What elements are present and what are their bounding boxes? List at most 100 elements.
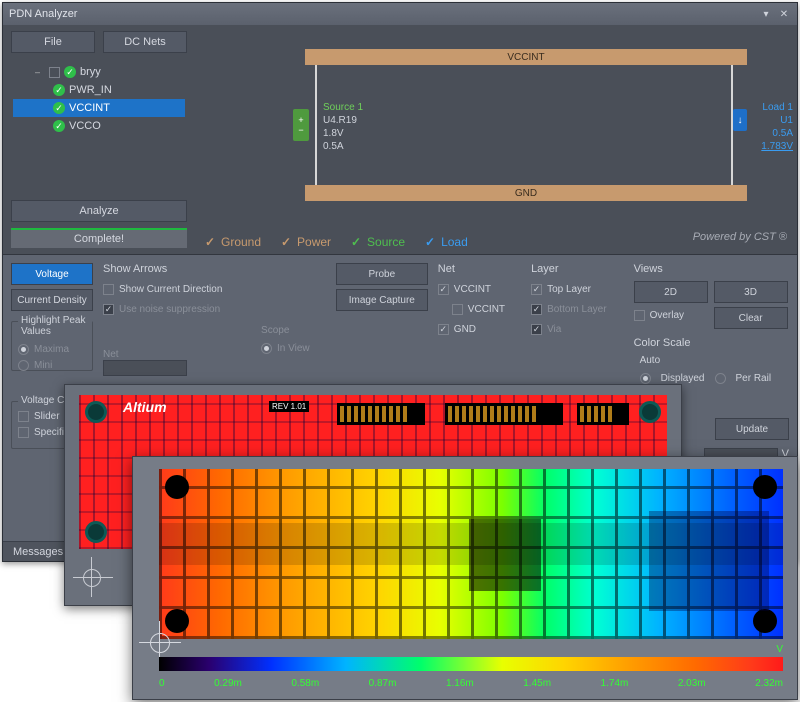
net-filter-label: Net (103, 349, 187, 360)
colorbar-ticks: 0 0.29m 0.58m 0.87m 1.16m 1.45m 1.74m 2.… (159, 678, 783, 689)
tree-item-label: VCCINT (69, 102, 110, 114)
mounting-hole-icon (85, 401, 107, 423)
slider-checkbox[interactable] (18, 411, 29, 422)
mounting-hole-icon (165, 475, 189, 499)
load-voltage: 1.783V (761, 140, 793, 153)
legend-source[interactable]: ✓Source (349, 235, 405, 249)
mounting-hole-icon (639, 401, 661, 423)
analyze-status: Complete! (11, 228, 187, 248)
load-icon[interactable]: ↓ (733, 109, 747, 131)
minimize-button[interactable]: ▾ (759, 7, 773, 21)
mounting-hole-icon (753, 475, 777, 499)
top-rail[interactable]: VCCINT (305, 49, 747, 65)
load-label[interactable]: Load 1 U1 0.5A 1.783V (761, 101, 793, 153)
left-column: File DC Nets – ✓ bryy ✓ PWR_IN ✓ VCCINT (3, 25, 195, 254)
image-capture-button[interactable]: Image Capture (336, 289, 428, 311)
clear-button[interactable]: Clear (714, 307, 788, 329)
rev-label: REV 1.01 (269, 401, 309, 412)
check-icon: ✓ (64, 66, 76, 78)
source-label[interactable]: Source 1 U4.R19 1.8V 0.5A (323, 101, 363, 153)
legend-load[interactable]: ✓Load (423, 235, 468, 249)
header-icon (577, 403, 629, 425)
color-scale-label: Color Scale (634, 337, 789, 349)
load-title: Load 1 (761, 101, 793, 114)
load-current: 0.5A (761, 127, 793, 140)
update-button[interactable]: Update (715, 418, 789, 440)
in-view-radio (261, 343, 272, 354)
highlight-label: Highlight Peak Values (18, 315, 92, 337)
current-density-toggle[interactable]: Current Density (11, 289, 93, 311)
altium-logo: Altium (123, 399, 167, 415)
colorbar-unit: V (776, 644, 783, 655)
file-button[interactable]: File (11, 31, 95, 53)
net-filter-input[interactable] (103, 360, 187, 376)
bottom-rail[interactable]: GND (305, 185, 747, 201)
collapse-icon[interactable]: – (35, 67, 45, 77)
source-title: Source 1 (323, 101, 363, 114)
source-icon[interactable]: +− (293, 109, 309, 141)
net-vccint1-checkbox[interactable]: ✓ (438, 284, 449, 295)
axis-gizmo-icon[interactable] (73, 557, 113, 597)
view-2d-button[interactable]: 2D (634, 281, 708, 303)
scope-label: Scope (261, 325, 326, 336)
titlebar: PDN Analyzer ▾ ✕ (3, 3, 797, 25)
tree-root[interactable]: – ✓ bryy (13, 63, 185, 81)
wire-left (315, 65, 317, 185)
voltage-toggle[interactable]: Voltage (11, 263, 93, 285)
check-icon: ✓ (53, 120, 65, 132)
view-3d-button[interactable]: 3D (714, 281, 788, 303)
tree-root-label: bryy (80, 66, 101, 78)
legend-power[interactable]: ✓Power (279, 235, 331, 249)
tree-item-label: VCCO (69, 120, 101, 132)
header-icon (445, 403, 563, 425)
show-current-dir-checkbox[interactable] (103, 284, 114, 295)
source-current: 0.5A (323, 140, 363, 153)
mounting-hole-icon (753, 609, 777, 633)
specific-checkbox[interactable] (18, 427, 29, 438)
auto-label: Auto (640, 355, 789, 366)
via-checkbox: ✓ (531, 324, 542, 335)
schematic-canvas[interactable]: VCCINT GND +− Source 1 U4.R19 1.8V 0.5A … (195, 25, 797, 254)
show-arrows-label: Show Arrows (103, 263, 251, 275)
tree-item-vcco[interactable]: ✓ VCCO (13, 117, 185, 135)
colorbar (159, 657, 783, 671)
powered-by: Powered by CST ® (693, 231, 787, 243)
source-voltage: 1.8V (323, 127, 363, 140)
messages-tab[interactable]: Messages (3, 541, 73, 561)
probe-button[interactable]: Probe (336, 263, 428, 285)
views-label: Views (634, 263, 789, 275)
upper-region: File DC Nets – ✓ bryy ✓ PWR_IN ✓ VCCINT (3, 25, 797, 255)
maxima-radio[interactable] (18, 344, 29, 355)
block-silhouette-icon (649, 511, 769, 611)
check-icon: ✓ (53, 102, 65, 114)
net-group-label: Net (438, 263, 521, 275)
load-ref: U1 (761, 114, 793, 127)
dc-nets-button[interactable]: DC Nets (103, 31, 187, 53)
close-button[interactable]: ✕ (777, 7, 791, 21)
noise-suppression-checkbox: ✓ (103, 304, 114, 315)
heatmap-board (159, 469, 783, 639)
analyze-button[interactable]: Analyze (11, 200, 187, 222)
bottom-layer-checkbox: ✓ (531, 304, 542, 315)
header-icon (337, 403, 425, 425)
legend-row: ✓Ground ✓Power ✓Source ✓Load (203, 228, 468, 256)
check-icon: ✓ (53, 84, 65, 96)
tree-checkbox[interactable] (49, 67, 60, 78)
window-title: PDN Analyzer (9, 8, 77, 20)
net-tree[interactable]: – ✓ bryy ✓ PWR_IN ✓ VCCINT ✓ VCCO (11, 59, 187, 194)
pcb-voltage-heatmap-view[interactable]: V 0 0.29m 0.58m 0.87m 1.16m 1.45m 1.74m … (132, 456, 798, 700)
tree-item-label: PWR_IN (69, 84, 112, 96)
tree-item-vccint[interactable]: ✓ VCCINT (13, 99, 185, 117)
legend-ground[interactable]: ✓Ground (203, 235, 261, 249)
net-vccint2-checkbox[interactable] (452, 304, 463, 315)
chip-silhouette-icon (469, 519, 541, 591)
tree-item-pwrin[interactable]: ✓ PWR_IN (13, 81, 185, 99)
displayed-radio[interactable] (640, 373, 651, 384)
per-rail-radio[interactable] (715, 373, 726, 384)
top-layer-checkbox[interactable]: ✓ (531, 284, 542, 295)
overlay-checkbox[interactable] (634, 310, 645, 321)
mounting-hole-icon (85, 521, 107, 543)
minima-radio[interactable] (18, 360, 29, 371)
net-gnd-checkbox[interactable]: ✓ (438, 324, 449, 335)
layer-group-label: Layer (531, 263, 624, 275)
